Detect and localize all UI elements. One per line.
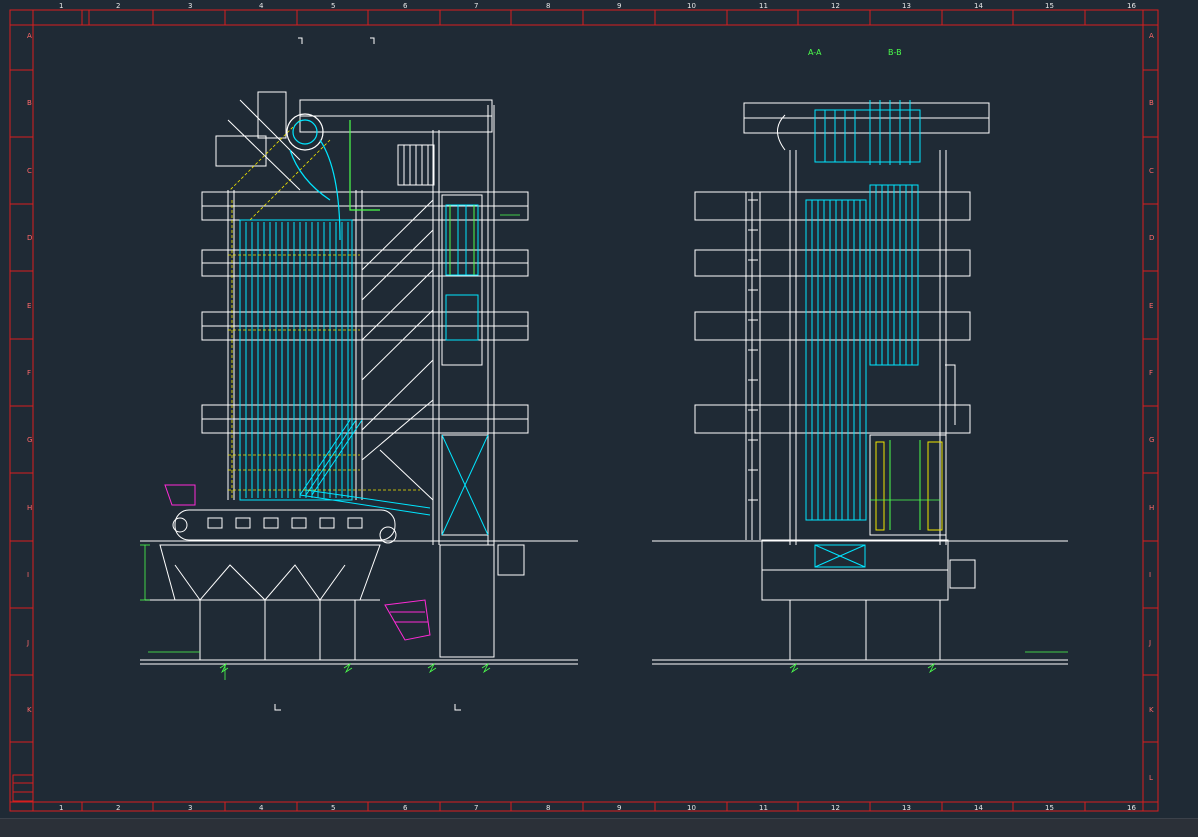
col-label-16-bottom: 16 (1127, 804, 1136, 812)
col-label-1: 1 (59, 2, 63, 10)
row-label-g-right: G (1149, 436, 1154, 444)
col-label-13-bottom: 13 (902, 804, 911, 812)
row-label-d-right: D (1149, 234, 1154, 242)
col-label-9-bottom: 9 (617, 804, 621, 812)
col-label-6-bottom: 6 (403, 804, 408, 812)
section-label-b-b: B-B (888, 48, 902, 57)
col-label-11: 11 (759, 2, 768, 10)
col-label-5-bottom: 5 (331, 804, 335, 812)
row-label-j: J (26, 639, 29, 647)
col-label-7: 7 (474, 2, 478, 10)
col-label-9: 9 (617, 2, 621, 10)
row-label-g: G (27, 436, 32, 444)
col-label-4: 4 (259, 2, 264, 10)
col-label-4-bottom: 4 (259, 804, 264, 812)
row-label-i-right: I (1149, 571, 1151, 579)
col-label-11-bottom: 11 (759, 804, 768, 812)
row-label-f-right: F (1149, 369, 1153, 377)
col-label-2-bottom: 2 (116, 804, 120, 812)
col-label-15: 15 (1045, 2, 1054, 10)
row-label-a: A (27, 32, 32, 40)
col-label-8-bottom: 8 (546, 804, 550, 812)
cad-drawing-canvas[interactable]: 1 2 3 4 5 6 7 8 9 10 11 12 13 14 15 16 1… (0, 0, 1198, 836)
row-label-b-right: B (1149, 99, 1154, 107)
row-label-a-right: A (1149, 32, 1154, 40)
row-label-e: E (27, 302, 31, 310)
col-label-7-bottom: 7 (474, 804, 478, 812)
col-label-3-bottom: 3 (188, 804, 192, 812)
row-labels-right: A B C D E F G H I J K L (1143, 32, 1158, 782)
col-label-3: 3 (188, 2, 192, 10)
convection-pass (397, 144, 525, 658)
col-label-10-bottom: 10 (687, 804, 696, 812)
col-label-10: 10 (687, 2, 696, 10)
col-label-12: 12 (831, 2, 840, 10)
row-label-d: D (27, 234, 32, 242)
coal-feeder (164, 484, 431, 641)
row-label-h-right: H (1149, 504, 1154, 512)
row-labels-left: A B C D E F G H I J K (10, 32, 33, 743)
row-label-e-right: E (1149, 302, 1153, 310)
row-label-k: K (27, 706, 32, 714)
side-dimension-marks (789, 499, 1068, 674)
boiler-side-section-view[interactable]: A-A B-B (652, 48, 1068, 674)
col-label-13: 13 (902, 2, 911, 10)
row-label-c: C (27, 167, 32, 175)
col-label-1-bottom: 1 (59, 804, 63, 812)
row-label-j-right: J (1148, 639, 1151, 647)
row-label-i: I (27, 571, 29, 579)
status-bar (0, 818, 1198, 837)
row-label-h: H (27, 504, 32, 512)
col-label-15-bottom: 15 (1045, 804, 1054, 812)
row-label-l-right: L (1149, 774, 1153, 782)
drawing-frame (9, 9, 1159, 812)
chain-grate-stoker (145, 509, 397, 660)
col-label-6: 6 (403, 2, 408, 10)
steam-drum (286, 113, 380, 241)
row-label-b: B (27, 99, 32, 107)
col-label-5: 5 (331, 2, 335, 10)
row-label-c-right: C (1149, 167, 1154, 175)
steel-frame (201, 91, 529, 545)
col-label-12-bottom: 12 (831, 804, 840, 812)
col-label-16: 16 (1127, 2, 1136, 10)
side-tube-bank (805, 100, 921, 568)
row-label-f: F (27, 369, 31, 377)
boiler-elevation-view[interactable] (140, 37, 578, 711)
section-label-a-a: A-A (808, 48, 822, 57)
col-label-2: 2 (116, 2, 120, 10)
column-labels-top: 1 2 3 4 5 6 7 8 9 10 11 12 13 14 15 16 (59, 2, 1136, 25)
row-label-k-right: K (1149, 706, 1154, 714)
col-label-14-bottom: 14 (974, 804, 983, 812)
col-label-14: 14 (974, 2, 983, 10)
col-label-8: 8 (546, 2, 550, 10)
